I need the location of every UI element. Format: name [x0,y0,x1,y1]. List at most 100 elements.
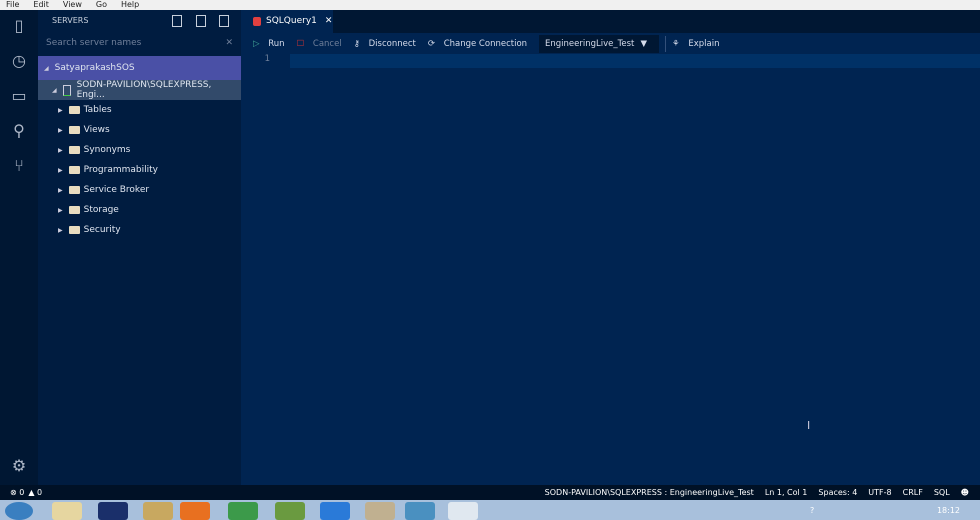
sqlops-taskbar-icon[interactable] [405,502,435,520]
server-group[interactable]: ◢ SatyaprakashSOS [38,56,241,80]
file-icon[interactable]: ▭ [9,86,29,106]
folder-storage[interactable]: ▶ Storage [38,200,241,220]
collapse-icon[interactable]: ◢ [44,65,49,72]
sql-file-icon [253,16,261,26]
expand-icon[interactable]: ▶ [58,227,63,234]
folder-label: Views [83,125,110,135]
start-button[interactable] [5,502,33,520]
explain-button[interactable]: ⚘ Explain [672,39,725,49]
server-icon [62,84,71,96]
gear-icon[interactable]: ⚙ [9,456,29,476]
folder-label: Security [83,225,121,235]
folder-label: Storage [83,205,119,215]
system-tray: ? 18:12 [790,500,980,520]
play-icon: ▷ [253,38,260,49]
disconnect-button[interactable]: ⚷ Disconnect [354,39,422,49]
folder-icon [68,226,80,234]
menu-edit[interactable]: Edit [33,0,49,9]
search-icon[interactable]: ⚲ [9,121,29,141]
folder-programmability[interactable]: ▶ Programmability [38,160,241,180]
utorrent-taskbar-icon[interactable] [275,502,305,520]
clock[interactable]: 18:12 [937,506,960,515]
menu-help[interactable]: Help [121,0,139,9]
tab-label: SQLQuery1 [266,16,317,26]
folder-icon [68,186,80,194]
servers-icon[interactable]: ▯ [9,16,29,36]
sidebar-title: SERVERS [52,15,89,25]
clear-search-icon[interactable]: ✕ [225,38,233,48]
feedback-smiley-icon[interactable]: ☻ [961,488,969,497]
folder-views[interactable]: ▶ Views [38,120,241,140]
search-placeholder: Search server names [46,38,142,48]
expand-icon[interactable]: ▶ [58,147,63,154]
explorer-taskbar-icon[interactable] [52,502,82,520]
add-server-group-icon[interactable] [196,15,206,27]
status-language[interactable]: SQL [934,488,950,497]
folder-label: Synonyms [83,145,131,155]
chevron-down-icon: ▼ [640,38,648,49]
source-control-icon[interactable]: ⑂ [9,156,29,176]
status-position[interactable]: Ln 1, Col 1 [765,488,808,497]
folder-tables[interactable]: ▶ Tables [38,100,241,120]
chrome-taskbar-icon[interactable] [228,502,258,520]
firefox-taskbar-icon[interactable] [180,502,210,520]
database-select[interactable]: EngineeringLive_Test ▼ [539,34,660,53]
status-connection[interactable]: SODN-PAVILION\SQLEXPRESS : EngineeringLi… [545,488,754,497]
text-cursor-icon: I [807,419,811,432]
search-server-input[interactable]: Search server names ✕ [42,34,237,52]
folder-icon [68,146,80,154]
folder-icon [68,126,80,134]
run-button[interactable]: ▷ Run [253,39,291,49]
folder-icon [68,106,80,114]
expand-icon[interactable]: ▶ [58,127,63,134]
status-spaces[interactable]: Spaces: 4 [818,488,857,497]
active-connections-icon[interactable] [219,15,229,27]
server-group-label: SatyaprakashSOS [54,63,135,73]
expand-icon[interactable]: ▶ [58,167,63,174]
new-connection-icon[interactable] [172,15,182,27]
app-taskbar-icon[interactable] [98,502,128,520]
explain-icon: ⚘ [672,38,680,49]
folder-label: Service Broker [83,185,150,195]
expand-icon[interactable]: ▶ [58,187,63,194]
status-encoding[interactable]: UTF-8 [868,488,891,497]
plug-icon: ⚷ [353,38,360,49]
menu-file[interactable]: File [6,0,19,9]
servers-sidebar: SERVERS Search server names ✕ ◢ Satyaprak… [38,6,241,485]
menu-view[interactable]: View [63,0,82,9]
change-connection-button[interactable]: ⟳ Change Connection [428,39,533,49]
close-tab-icon[interactable]: ✕ [325,16,333,26]
help-icon[interactable]: ? [810,506,814,515]
folder-icon [68,206,80,214]
stop-icon: ☐ [296,38,305,49]
folder-label: Tables [83,105,112,115]
change-connection-icon: ⟳ [427,38,435,49]
word-taskbar-icon[interactable] [143,502,173,520]
app-taskbar-icon-3[interactable] [448,502,478,520]
status-bar: ⊗ 0 ▲ 0 SODN-PAVILION\SQLEXPRESS : Engin… [0,485,980,500]
line-number: 1 [264,54,270,64]
editor-current-line[interactable] [290,54,980,68]
server-connection[interactable]: ◢ SODN-PAVILION\SQLEXPRESS, Engi... [38,80,241,100]
tab-sqlquery1[interactable]: SQLQuery1 ✕ [241,6,333,33]
folder-synonyms[interactable]: ▶ Synonyms [38,140,241,160]
cancel-button[interactable]: ☐ Cancel [297,39,348,49]
folder-icon [68,166,80,174]
menu-bar: File Edit View Go Help [0,0,980,10]
errors-status[interactable]: ⊗ 0 [10,488,24,497]
menu-go[interactable]: Go [96,0,107,9]
database-value: EngineeringLive_Test [545,38,635,49]
folder-service-broker[interactable]: ▶ Service Broker [38,180,241,200]
folder-security[interactable]: ▶ Security [38,220,241,240]
expand-icon[interactable]: ▶ [58,207,63,214]
paint-taskbar-icon[interactable] [365,502,395,520]
history-icon[interactable]: ◷ [9,51,29,71]
app-taskbar-icon-2[interactable] [320,502,350,520]
toolbar-divider [665,35,667,52]
folder-label: Programmability [83,165,158,175]
collapse-icon[interactable]: ◢ [52,87,57,94]
expand-icon[interactable]: ▶ [58,107,63,114]
warnings-status[interactable]: ▲ 0 [28,488,42,497]
query-toolbar: ▷ Run ☐ Cancel ⚷ Disconnect ⟳ Change Con… [241,33,980,54]
status-eol[interactable]: CRLF [903,488,923,497]
